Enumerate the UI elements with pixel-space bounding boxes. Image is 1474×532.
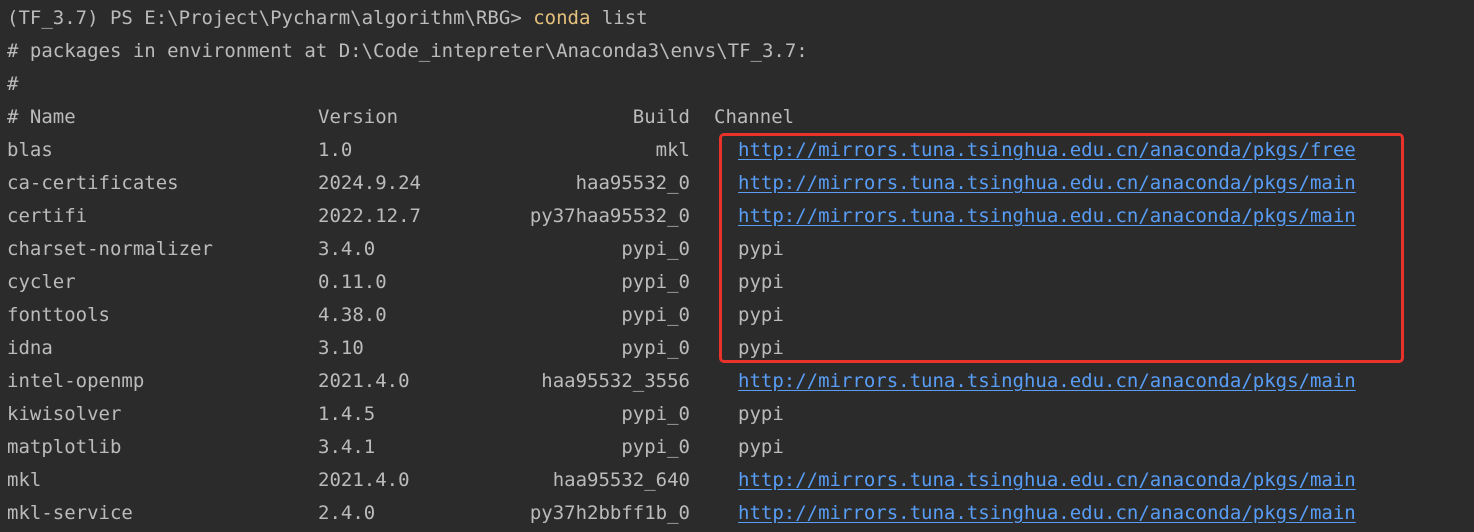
package-build: py37haa95532_0 — [529, 205, 690, 227]
package-build: py37h2bbff1b_0 — [529, 502, 690, 524]
package-channel: pypi — [738, 436, 784, 458]
table-header: # Name Version Build Channel — [7, 101, 1467, 134]
channel-link[interactable]: http://mirrors.tuna.tsinghua.edu.cn/anac… — [738, 365, 1356, 398]
package-version: 2021.4.0 — [318, 469, 410, 491]
package-version: 2022.12.7 — [318, 205, 421, 227]
package-name: certifi — [7, 205, 88, 227]
channel-link[interactable]: http://mirrors.tuna.tsinghua.edu.cn/anac… — [738, 167, 1356, 200]
channel-link[interactable]: http://mirrors.tuna.tsinghua.edu.cn/anac… — [738, 464, 1356, 497]
package-version: 1.4.5 — [318, 403, 376, 425]
package-build: pypi_0 — [621, 403, 690, 425]
package-version: 0.11.0 — [318, 271, 387, 293]
table-row: certifi 2022.12.7 py37haa95532_0 http://mir… — [7, 200, 1467, 233]
package-version: 1.0 — [318, 139, 353, 161]
table-row: mkl-service 2.4.0 py37h2bbff1b_0 http://mir… — [7, 497, 1467, 530]
package-channel: pypi — [738, 403, 784, 425]
table-row: matplotlib 3.4.1 pypi_0 pypi — [7, 431, 1467, 464]
table-row: blas 1.0 mkl http://mirrors.tuna.tsinghua.e… — [7, 134, 1467, 167]
package-build: haa95532_0 — [575, 172, 690, 194]
package-name: mkl-service — [7, 502, 133, 524]
table-row: mkl 2021.4.0 haa95532_640 http://mirrors.tu… — [7, 464, 1467, 497]
header-build: Build — [632, 106, 690, 128]
table-row: kiwisolver 1.4.5 pypi_0 pypi — [7, 398, 1467, 431]
package-build: pypi_0 — [621, 337, 690, 359]
package-build: mkl — [655, 139, 690, 161]
command-args: list — [590, 7, 648, 29]
package-version: 3.4.0 — [318, 238, 376, 260]
prompt-prefix: (TF_3.7) PS E:\Project\Pycharm\algorithm… — [7, 7, 534, 29]
package-version: 3.4.1 — [318, 436, 376, 458]
package-build: pypi_0 — [621, 436, 690, 458]
table-row: cycler 0.11.0 pypi_0 pypi — [7, 266, 1467, 299]
package-channel: pypi — [738, 304, 784, 326]
table-row: ca-certificates 2024.9.24 haa95532_0 http:/… — [7, 167, 1467, 200]
env-comment-line: # packages in environment at D:\Code_int… — [7, 40, 808, 62]
header-name: # Name — [7, 106, 76, 128]
package-name: matplotlib — [7, 436, 122, 458]
package-version: 2021.4.0 — [318, 370, 410, 392]
package-build: pypi_0 — [621, 304, 690, 326]
comment-hash-line: # — [7, 73, 19, 95]
package-channel: pypi — [738, 271, 784, 293]
package-list: blas 1.0 mkl http://mirrors.tuna.tsinghua.e… — [7, 134, 1467, 530]
package-name: ca-certificates — [7, 172, 179, 194]
table-row: idna 3.10 pypi_0 pypi — [7, 332, 1467, 365]
prompt-line: (TF_3.7) PS E:\Project\Pycharm\algorithm… — [7, 2, 1467, 35]
package-version: 2024.9.24 — [318, 172, 421, 194]
package-name: blas — [7, 139, 53, 161]
header-version: Version — [318, 106, 399, 128]
table-row: fonttools 4.38.0 pypi_0 pypi — [7, 299, 1467, 332]
package-channel: pypi — [738, 238, 784, 260]
table-row: intel-openmp 2021.4.0 haa95532_3556 http://… — [7, 365, 1467, 398]
package-name: idna — [7, 337, 53, 359]
channel-link[interactable]: http://mirrors.tuna.tsinghua.edu.cn/anac… — [738, 497, 1356, 530]
package-version: 2.4.0 — [318, 502, 376, 524]
package-build: pypi_0 — [621, 271, 690, 293]
package-name: intel-openmp — [7, 370, 145, 392]
package-build: haa95532_3556 — [541, 370, 690, 392]
package-name: cycler — [7, 271, 76, 293]
package-name: fonttools — [7, 304, 110, 326]
package-version: 3.10 — [318, 337, 364, 359]
terminal-output: (TF_3.7) PS E:\Project\Pycharm\algorithm… — [7, 2, 1467, 530]
channel-link[interactable]: http://mirrors.tuna.tsinghua.edu.cn/anac… — [738, 134, 1356, 167]
package-build: haa95532_640 — [552, 469, 690, 491]
package-channel: pypi — [738, 337, 784, 359]
package-name: charset-normalizer — [7, 238, 213, 260]
header-channel: Channel — [714, 106, 795, 128]
package-name: mkl — [7, 469, 42, 491]
package-name: kiwisolver — [7, 403, 122, 425]
package-version: 4.38.0 — [318, 304, 387, 326]
command-name: conda — [533, 7, 591, 29]
package-build: pypi_0 — [621, 238, 690, 260]
table-row: charset-normalizer 3.4.0 pypi_0 pypi — [7, 233, 1467, 266]
channel-link[interactable]: http://mirrors.tuna.tsinghua.edu.cn/anac… — [738, 200, 1356, 233]
